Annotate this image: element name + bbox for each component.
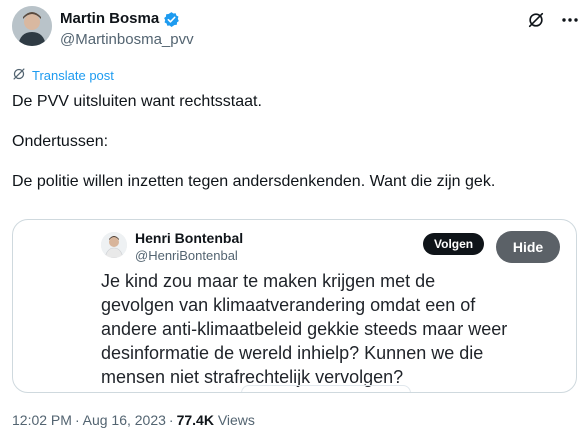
post-line: De politie willen inzetten tegen andersd…: [12, 173, 496, 190]
quoted-screenshot: Henri Bontenbal @HenriBontenbal Volgen J…: [91, 220, 511, 392]
post-text: De PVV uitsluiten want rechtsstaat. Onde…: [12, 92, 572, 212]
meta-separator: ·: [74, 412, 80, 428]
quoted-author-handle: @HenriBontenbal: [135, 248, 238, 263]
post-header: Martin Bosma @Martinbosma_pvv: [12, 6, 580, 50]
views-label: Views: [217, 412, 255, 428]
no-translate-icon[interactable]: [526, 10, 546, 30]
meta-separator: ·: [168, 412, 174, 428]
verified-badge-icon: [163, 11, 180, 28]
author-name[interactable]: Martin Bosma: [60, 10, 159, 28]
author-name-row: Martin Bosma: [60, 10, 180, 28]
top-actions: [526, 10, 580, 30]
post-meta: 12:02 PM · Aug 16, 2023 · 77.4K Views: [12, 412, 255, 428]
post-line: Ondertussen:: [12, 133, 109, 150]
quoted-post-text: Je kind zou maar te maken krijgen met de…: [101, 271, 508, 387]
more-icon[interactable]: [560, 10, 580, 30]
author-avatar[interactable]: [12, 6, 52, 46]
post-time[interactable]: 12:02 PM: [12, 412, 72, 428]
quoted-inner-card: [241, 385, 411, 392]
post-line: De PVV uitsluiten want rechtsstaat.: [12, 93, 262, 110]
translate-icon: [12, 67, 26, 84]
quoted-author-name: Henri Bontenbal: [135, 230, 244, 246]
translate-label: Translate post: [32, 68, 114, 83]
author-handle[interactable]: @Martinbosma_pvv: [60, 31, 194, 49]
post-date[interactable]: Aug 16, 2023: [83, 412, 166, 428]
quoted-follow-button: Volgen: [423, 233, 485, 255]
views-count: 77.4K: [176, 412, 214, 428]
quoted-author-avatar: [101, 232, 127, 258]
avatar-image: [12, 6, 52, 46]
hide-button[interactable]: Hide: [496, 231, 560, 263]
quoted-media-card[interactable]: Henri Bontenbal @HenriBontenbal Volgen J…: [12, 219, 577, 393]
translate-post-link[interactable]: Translate post: [12, 67, 114, 84]
